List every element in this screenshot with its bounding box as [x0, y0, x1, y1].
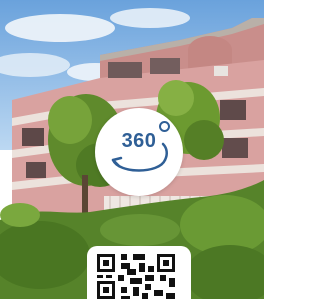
qr-code-tile[interactable]	[87, 246, 191, 299]
listing-photo[interactable]: 360	[0, 0, 264, 299]
view-360-button[interactable]: 360	[95, 108, 183, 196]
degree-symbol	[159, 121, 170, 132]
qr-code-icon	[97, 254, 175, 299]
badge-360-label: 360	[121, 130, 157, 152]
